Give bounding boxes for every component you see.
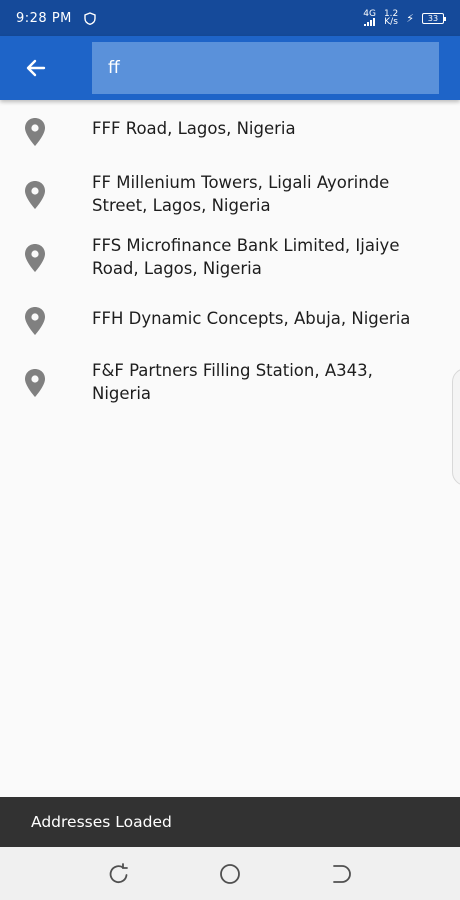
result-address: FFF Road, Lagos, Nigeria	[92, 117, 442, 140]
battery-icon: 33	[422, 12, 446, 24]
battery-level: 33	[427, 13, 439, 23]
back-button[interactable]	[18, 52, 54, 84]
result-address: FF Millenium Towers, Ligali Ayorinde Str…	[92, 171, 442, 217]
result-address: FFH Dynamic Concepts, Abuja, Nigeria	[92, 307, 442, 330]
network-type: 4G	[363, 9, 376, 19]
navigation-bar	[0, 847, 460, 900]
speed-unit: K/s	[384, 17, 398, 27]
result-line: FFH Dynamic Concepts, Abuja, Nigeria	[92, 309, 411, 328]
signal-icon: 4G	[363, 10, 376, 26]
result-line: FFF Road, Lagos, Nigeria	[92, 119, 296, 138]
data-speed: 1.2 K/s	[384, 10, 398, 27]
result-line: Nigeria	[92, 384, 152, 403]
back-nav-icon[interactable]	[328, 861, 354, 887]
location-pin-icon	[25, 307, 45, 335]
status-time: 9:28 PM	[16, 10, 72, 26]
search-input[interactable]	[92, 42, 439, 94]
edge-panel-handle[interactable]	[452, 368, 460, 486]
snackbar: Addresses Loaded	[0, 797, 460, 847]
location-pin-icon	[25, 369, 45, 397]
result-line: Road, Lagos, Nigeria	[92, 259, 262, 278]
app-bar	[0, 36, 460, 100]
result-address: F&F Partners Filling Station, A343, Nige…	[92, 359, 442, 405]
location-pin-icon	[25, 181, 45, 209]
result-line: FF Millenium Towers, Ligali Ayorinde	[92, 173, 390, 192]
charging-icon: ⚡	[406, 11, 414, 25]
shield-icon	[84, 11, 96, 25]
result-line: FFS Microfinance Bank Limited, Ijaiye	[92, 236, 400, 255]
home-icon[interactable]	[217, 861, 243, 887]
result-address: FFS Microfinance Bank Limited, Ijaiye Ro…	[92, 234, 442, 280]
snackbar-message: Addresses Loaded	[31, 813, 172, 831]
status-bar: 9:28 PM 4G 1.2 K/s ⚡ 33	[0, 0, 460, 36]
recents-icon[interactable]	[106, 861, 132, 887]
location-pin-icon	[25, 118, 45, 146]
location-pin-icon	[25, 244, 45, 272]
status-indicators: 4G 1.2 K/s ⚡ 33	[363, 10, 446, 27]
result-line: Street, Lagos, Nigeria	[92, 196, 271, 215]
back-arrow-icon	[26, 59, 46, 77]
result-line: F&F Partners Filling Station, A343,	[92, 361, 373, 380]
